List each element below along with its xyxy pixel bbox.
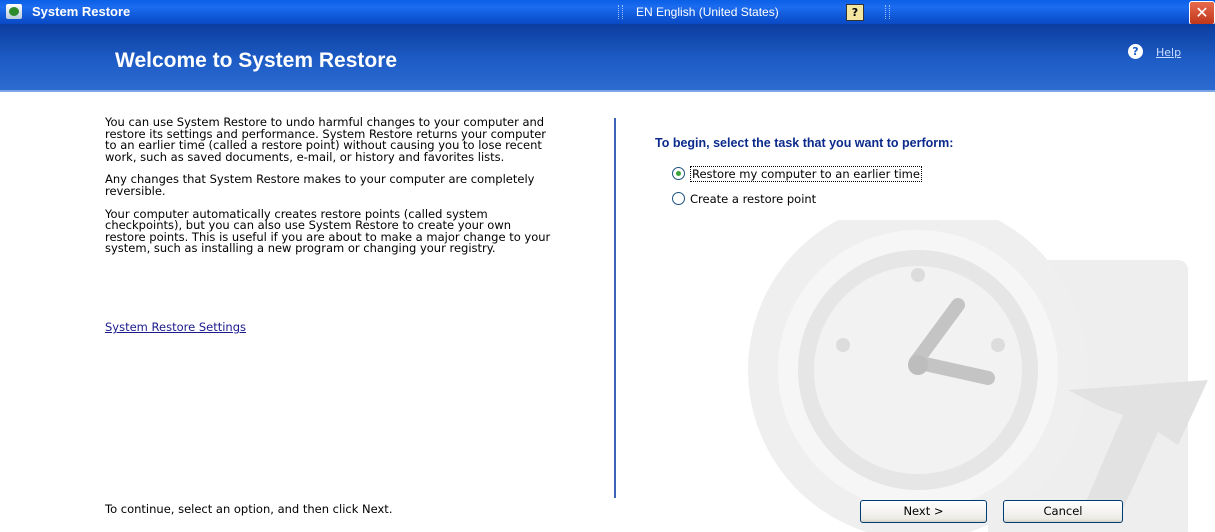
clock-watermark-icon xyxy=(748,220,1208,532)
task-prompt: To begin, select the task that you want … xyxy=(655,136,954,150)
create-restore-point-radio[interactable] xyxy=(672,192,685,205)
grip-handle[interactable] xyxy=(885,5,890,19)
description-paragraph: Your computer automatically creates rest… xyxy=(105,206,551,256)
description: You can use System Restore to undo harmf… xyxy=(105,115,555,266)
restore-radio[interactable] xyxy=(672,167,685,180)
continue-hint: To continue, select an option, and then … xyxy=(105,502,393,516)
restore-option[interactable]: Restore my computer to an earlier time xyxy=(672,166,922,182)
system-restore-icon xyxy=(6,4,22,19)
create-restore-point-option[interactable]: Create a restore point xyxy=(672,192,816,206)
language-bar[interactable]: EN English (United States) ? xyxy=(614,0,924,24)
close-button[interactable]: ✕ xyxy=(1189,1,1215,25)
page-title: Welcome to System Restore xyxy=(115,49,398,72)
help-link[interactable]: Help xyxy=(1156,46,1181,59)
cancel-button[interactable]: Cancel xyxy=(1003,500,1123,523)
description-paragraph: You can use System Restore to undo harmf… xyxy=(105,115,547,164)
restore-option-label[interactable]: Restore my computer to an earlier time xyxy=(690,166,922,182)
description-paragraph: Any changes that System Restore makes to… xyxy=(105,172,535,198)
language-help-icon[interactable]: ? xyxy=(846,4,864,21)
system-restore-settings-link[interactable]: System Restore Settings xyxy=(105,320,246,334)
next-button[interactable]: Next > xyxy=(860,500,987,523)
header-banner: Welcome to System Restore ? Help xyxy=(0,24,1215,92)
title-bar[interactable]: System Restore EN English (United States… xyxy=(0,0,1215,25)
grip-handle[interactable] xyxy=(618,5,623,19)
help-icon[interactable]: ? xyxy=(1128,44,1143,59)
window-title: System Restore xyxy=(32,4,131,19)
language-indicator[interactable]: EN English (United States) xyxy=(636,5,779,19)
column-divider xyxy=(614,118,616,498)
create-restore-point-label[interactable]: Create a restore point xyxy=(690,192,816,206)
